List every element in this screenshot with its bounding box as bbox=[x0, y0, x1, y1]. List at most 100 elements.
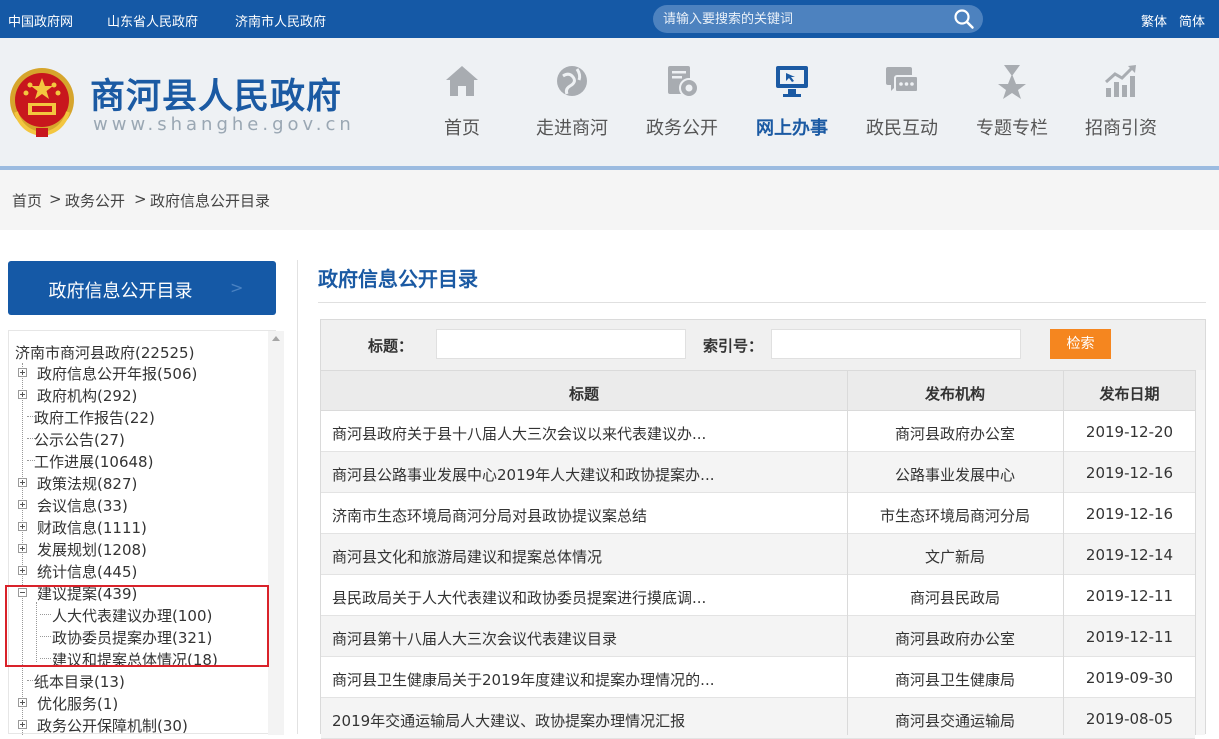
nav-about-shanghe[interactable]: 走进商河 bbox=[527, 62, 617, 140]
row-title-link[interactable]: 商河县文化和旅游局建议和提案总体情况 bbox=[332, 546, 842, 567]
tree-node[interactable]: 政府工作报告(22) bbox=[34, 407, 155, 428]
nav-label: 政务公开 bbox=[646, 118, 718, 139]
row-title-link[interactable]: 商河县公路事业发展中心2019年人大建议和政协提案办... bbox=[332, 464, 842, 485]
column-divider bbox=[297, 260, 298, 734]
title-filter-label: 标题： bbox=[368, 337, 414, 355]
index-filter-input[interactable] bbox=[771, 329, 1021, 359]
expand-plus-icon[interactable] bbox=[18, 390, 27, 399]
expand-plus-icon[interactable] bbox=[18, 368, 27, 377]
row-title-link[interactable]: 济南市生态环境局商河分局对县政协提议案总结 bbox=[332, 505, 842, 526]
nav-investment[interactable]: 招商引资 bbox=[1076, 62, 1166, 140]
tree-node[interactable]: 发展规划(1208) bbox=[37, 539, 147, 560]
breadcrumb-separator: > bbox=[134, 190, 147, 208]
nav-label: 政民互动 bbox=[866, 118, 938, 139]
breadcrumb: 首页 > 政务公开 > 政府信息公开目录 bbox=[0, 170, 1219, 230]
expand-plus-icon[interactable] bbox=[18, 522, 27, 531]
column-separator bbox=[1063, 370, 1064, 735]
expand-plus-icon[interactable] bbox=[18, 698, 27, 707]
row-title-link[interactable]: 县民政局关于人大代表建议和政协委员提案进行摸底调... bbox=[332, 587, 842, 608]
row-org: 商河县政府办公室 bbox=[894, 425, 1015, 443]
page-title: 政府信息公开目录 bbox=[318, 267, 478, 291]
sidebar-title: 政府信息公开目录 bbox=[48, 281, 193, 302]
row-org: 文广新局 bbox=[924, 548, 985, 566]
row-title-link[interactable]: 商河县第十八届人大三次会议代表建议目录 bbox=[332, 628, 842, 649]
nav-home[interactable]: 首页 bbox=[417, 62, 507, 140]
nav-online-services[interactable]: 网上办事 bbox=[747, 62, 837, 140]
chat-icon bbox=[886, 67, 919, 93]
tree-node[interactable]: 统计信息(445) bbox=[37, 561, 137, 582]
highlight-box bbox=[5, 585, 269, 667]
tree-node[interactable]: 会议信息(33) bbox=[37, 495, 128, 516]
row-date: 2019-09-30 bbox=[1085, 669, 1174, 687]
breadcrumb-home[interactable]: 首页 bbox=[12, 190, 42, 211]
tree-node[interactable]: 政府机构(292) bbox=[37, 385, 137, 406]
row-org: 市生态环境局商河分局 bbox=[879, 507, 1030, 525]
tree-node[interactable]: 优化服务(1) bbox=[37, 693, 118, 714]
row-date: 2019-12-16 bbox=[1085, 464, 1174, 482]
home-icon bbox=[446, 66, 478, 96]
row-date: 2019-12-11 bbox=[1085, 628, 1174, 646]
expand-plus-icon[interactable] bbox=[18, 566, 27, 575]
breadcrumb-gov-affairs[interactable]: 政务公开 bbox=[65, 190, 125, 211]
table-scroll-gutter[interactable] bbox=[1195, 370, 1205, 735]
row-date: 2019-12-16 bbox=[1085, 505, 1174, 523]
row-org: 商河县卫生健康局 bbox=[894, 671, 1015, 689]
row-date: 2019-12-11 bbox=[1085, 587, 1174, 605]
row-title-link[interactable]: 商河县卫生健康局关于2019年度建议和提案办理情况的... bbox=[332, 669, 842, 690]
row-org: 商河县政府办公室 bbox=[894, 630, 1015, 648]
growth-chart-icon bbox=[1105, 65, 1136, 97]
tree-node[interactable]: 工作进展(10648) bbox=[34, 451, 153, 472]
filter-bar: 标题： 索引号： 检索 bbox=[321, 320, 1205, 370]
expand-plus-icon[interactable] bbox=[18, 720, 27, 729]
tree-scrollbar[interactable] bbox=[268, 331, 284, 735]
monitor-icon bbox=[776, 66, 808, 97]
nav-special-topics[interactable]: 专题专栏 bbox=[967, 62, 1057, 140]
index-filter-label: 索引号： bbox=[703, 337, 764, 355]
search-button[interactable]: 检索 bbox=[1050, 329, 1111, 359]
breadcrumb-separator: > bbox=[49, 190, 62, 208]
nav-label: 招商引资 bbox=[1085, 118, 1157, 139]
nav-interaction[interactable]: 政民互动 bbox=[857, 62, 947, 140]
tree-node[interactable]: 政策法规(827) bbox=[37, 473, 137, 494]
title-filter-input[interactable] bbox=[436, 329, 686, 359]
star-badge-icon bbox=[998, 65, 1026, 99]
lang-simplified-link[interactable]: 简体 bbox=[1179, 11, 1205, 30]
search-input[interactable] bbox=[663, 10, 943, 28]
chevron-right-icon: > bbox=[230, 278, 244, 297]
expand-plus-icon[interactable] bbox=[18, 544, 27, 553]
search-icon[interactable] bbox=[953, 8, 975, 30]
row-org: 商河县交通运输局 bbox=[894, 712, 1015, 730]
national-emblem-icon bbox=[10, 68, 74, 137]
row-title-link[interactable]: 2019年交通运输局人大建议、政协提案办理情况汇报 bbox=[332, 710, 842, 731]
tree-node[interactable]: 政府信息公开年报(506) bbox=[37, 363, 197, 384]
tree-node[interactable]: 公示公告(27) bbox=[34, 429, 125, 450]
tree-node-root[interactable]: 济南市商河县政府(22525) bbox=[15, 342, 194, 363]
row-title-link[interactable]: 商河县政府关于县十八届人大三次会议以来代表建议办... bbox=[332, 423, 842, 444]
expand-plus-icon[interactable] bbox=[18, 478, 27, 487]
table-header: 标题 发布机构 发布日期 bbox=[321, 370, 1205, 411]
lang-traditional-link[interactable]: 繁体 bbox=[1141, 11, 1167, 30]
row-org: 商河县民政局 bbox=[909, 589, 1000, 607]
title-rule bbox=[318, 302, 1206, 303]
breadcrumb-current: 政府信息公开目录 bbox=[150, 192, 271, 210]
expand-plus-icon[interactable] bbox=[18, 500, 27, 509]
nav-label: 首页 bbox=[444, 118, 480, 139]
scroll-up-arrow-icon[interactable] bbox=[272, 336, 280, 341]
sidebar-header[interactable]: 政府信息公开目录 > bbox=[8, 261, 276, 315]
link-china-gov[interactable]: 中国政府网 bbox=[8, 11, 73, 30]
tree-node[interactable]: 政务公开保障机制(30) bbox=[37, 715, 188, 736]
link-shandong-gov[interactable]: 山东省人民政府 bbox=[107, 11, 198, 30]
tree-node[interactable]: 财政信息(1111) bbox=[37, 517, 147, 538]
tree-node[interactable]: 纸本目录(13) bbox=[34, 671, 125, 692]
nav-gov-affairs[interactable]: 政务公开 bbox=[637, 62, 727, 140]
link-jinan-gov[interactable]: 济南市人民政府 bbox=[235, 11, 326, 30]
column-separator bbox=[847, 370, 848, 735]
top-bar: 中国政府网 山东省人民政府 济南市人民政府 繁体 简体 bbox=[0, 0, 1219, 38]
gear-doc-icon bbox=[668, 66, 699, 98]
nav-label: 走进商河 bbox=[536, 118, 608, 139]
row-org: 公路事业发展中心 bbox=[894, 466, 1015, 484]
catalog-tree: 济南市商河县政府(22525) 政府信息公开年报(506) 政府机构(292) … bbox=[8, 330, 284, 736]
row-date: 2019-12-14 bbox=[1085, 546, 1174, 564]
results-table: 标题： 索引号： 检索 标题 发布机构 发布日期 商河县政府关于县十八届人大三次… bbox=[320, 319, 1206, 739]
column-header-title: 标题 bbox=[568, 385, 599, 403]
